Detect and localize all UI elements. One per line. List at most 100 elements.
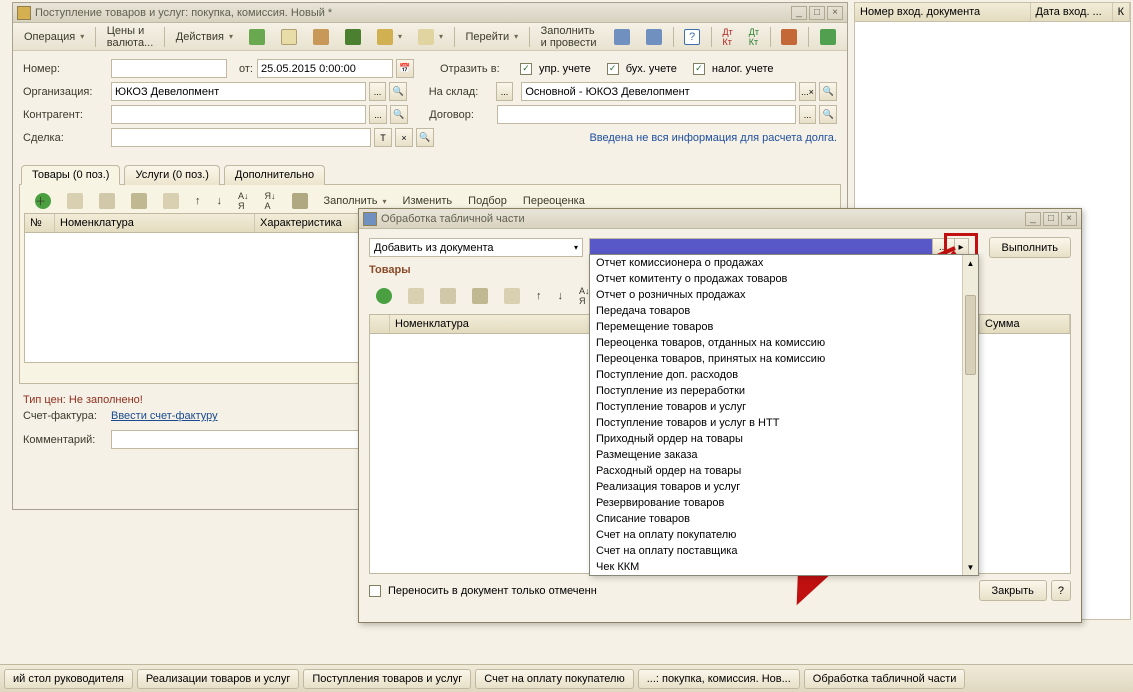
col-num[interactable]: № [25, 214, 55, 232]
task-5[interactable]: ...: покупка, комиссия. Нов... [638, 669, 800, 689]
tab-services[interactable]: Услуги (0 поз.) [124, 165, 219, 185]
dropdown-item[interactable]: Размещение заказа [590, 447, 962, 463]
dlg-col-sum[interactable]: Сумма [980, 315, 1070, 333]
row-up-button[interactable]: ↑ [188, 191, 208, 211]
dtkt-icon-2[interactable]: ДтКт [742, 23, 766, 51]
dlg-icon-3[interactable] [465, 282, 495, 310]
help-button[interactable]: ? [677, 25, 707, 49]
tb-icon-4[interactable] [338, 25, 368, 49]
date-picker-button[interactable]: 📅 [396, 59, 414, 78]
deal-input[interactable] [111, 128, 371, 147]
dlg-down-button[interactable]: ↓ [551, 282, 571, 310]
tb-icon-5[interactable] [370, 25, 409, 49]
number-input[interactable] [111, 59, 227, 78]
dropdown-item[interactable]: Расходный ордер на товары [590, 463, 962, 479]
task-3[interactable]: Поступления товаров и услуг [303, 669, 471, 689]
contract-input[interactable] [497, 105, 795, 124]
scroll-down-button[interactable]: ▼ [963, 559, 978, 575]
dropdown-item[interactable]: Счет на оплату поставщика [590, 543, 962, 559]
wh-select-button[interactable]: ... [496, 82, 514, 101]
dropdown-item[interactable]: Чек ККМ [590, 559, 962, 575]
date-input[interactable]: 25.05.2015 0:00:00 [257, 59, 393, 78]
deal-search-button[interactable]: 🔍 [416, 128, 434, 147]
dlg-close-button[interactable]: × [1061, 212, 1077, 226]
dropdown-item[interactable]: Резервирование товаров [590, 495, 962, 511]
acct-checkbox[interactable]: ✓ [607, 63, 619, 75]
dlg-add-button[interactable] [369, 282, 399, 310]
goto-menu[interactable]: Перейти [459, 27, 526, 47]
tb-icon-6[interactable] [411, 25, 450, 49]
tab-goods[interactable]: Товары (0 поз.) [21, 165, 120, 185]
minimize-button[interactable]: _ [791, 6, 807, 20]
operation-menu[interactable]: Операция [17, 27, 91, 47]
dropdown-item[interactable]: Отчет о розничных продажах [590, 287, 962, 303]
wh-input[interactable]: Основной - ЮКОЗ Девелопмент [521, 82, 795, 101]
tb-icon-2[interactable] [274, 25, 304, 49]
tb-icon-3[interactable] [306, 25, 336, 49]
org-search-button[interactable]: 🔍 [389, 82, 407, 101]
dropdown-item[interactable]: Списание товаров [590, 511, 962, 527]
dropdown-item[interactable]: Счет на оплату покупателю [590, 527, 962, 543]
close-dialog-button[interactable]: Закрыть [979, 580, 1047, 601]
maximize-button[interactable]: □ [809, 6, 825, 20]
deal-clear-button[interactable]: × [395, 128, 413, 147]
dlg-minimize-button[interactable]: _ [1025, 212, 1041, 226]
dropdown-item[interactable]: Приходный ордер на товары [590, 431, 962, 447]
dlg-maximize-button[interactable]: □ [1043, 212, 1059, 226]
add-from-combo[interactable]: Добавить из документа ▾ [369, 238, 583, 257]
sf-link[interactable]: Ввести счет-фактуру [111, 410, 218, 422]
tax-checkbox[interactable]: ✓ [693, 63, 705, 75]
mgmt-checkbox[interactable]: ✓ [520, 63, 532, 75]
dropdown-item[interactable]: Перемещение товаров [590, 319, 962, 335]
dlg-up-button[interactable]: ↑ [529, 282, 549, 310]
sort-desc-button[interactable]: Я↓А [258, 187, 283, 215]
contract-select-button[interactable]: ... [799, 105, 817, 124]
dropdown-item[interactable]: Поступление из переработки [590, 383, 962, 399]
dropdown-scrollbar[interactable]: ▲ ▼ [962, 255, 978, 575]
dlg-help-button[interactable]: ? [1051, 580, 1071, 601]
fill-post-button[interactable]: Заполнить и провести [534, 21, 605, 53]
contragent-search-button[interactable]: 🔍 [390, 105, 408, 124]
row-icon-2[interactable] [92, 189, 122, 213]
col-k[interactable]: К [1113, 3, 1130, 21]
org-input[interactable]: ЮКОЗ Девелопмент [111, 82, 366, 101]
task-2[interactable]: Реализации товаров и услуг [137, 669, 299, 689]
dropdown-item[interactable]: Отчет комиссионера о продажах [590, 255, 962, 271]
dropdown-item[interactable]: Передача товаров [590, 303, 962, 319]
tb-icon-11[interactable] [774, 25, 804, 49]
dropdown-item[interactable]: Реализация товаров и услуг [590, 479, 962, 495]
dlg-col-check[interactable] [370, 315, 390, 333]
tb-icon-1[interactable] [242, 25, 272, 49]
task-1[interactable]: ий стол руководителя [4, 669, 133, 689]
tab-additional[interactable]: Дополнительно [224, 165, 325, 185]
dropdown-item[interactable]: Поступление товаров и услуг в НТТ [590, 415, 962, 431]
close-button[interactable]: × [827, 6, 843, 20]
dropdown-item[interactable]: Переоценка товаров, принятых на комиссию [590, 351, 962, 367]
row-down-button[interactable]: ↓ [210, 191, 230, 211]
col-incoming-date[interactable]: Дата вход. ... [1031, 3, 1113, 21]
task-6[interactable]: Обработка табличной части [804, 669, 966, 689]
row-icon-4[interactable] [156, 189, 186, 213]
tb-icon-8[interactable] [639, 25, 669, 49]
dropdown-item[interactable]: Поступление доп. расходов [590, 367, 962, 383]
scroll-thumb[interactable] [965, 295, 976, 375]
dropdown-item[interactable]: Отчет комитенту о продажах товаров [590, 271, 962, 287]
col-incoming-num[interactable]: Номер вход. документа [855, 3, 1031, 21]
org-select-button[interactable]: ... [369, 82, 387, 101]
actions-menu[interactable]: Действия [169, 27, 240, 47]
add-row-button[interactable]: ＋ [28, 189, 58, 213]
deal-t-button[interactable]: T [374, 128, 392, 147]
wh-search-button[interactable]: 🔍 [819, 82, 837, 101]
sort-asc-button[interactable]: А↓Я [231, 187, 256, 215]
col-nomen[interactable]: Номенклатура [55, 214, 255, 232]
wh-clear-button[interactable]: ...× [799, 82, 817, 101]
dlg-icon-2[interactable] [433, 282, 463, 310]
transfer-checkbox[interactable] [369, 585, 381, 597]
dlg-icon-1[interactable] [401, 282, 431, 310]
dlg-icon-4[interactable] [497, 282, 527, 310]
tb-icon-7[interactable] [607, 25, 637, 49]
prices-button[interactable]: Цены и валюта... [100, 21, 160, 53]
contragent-input[interactable] [111, 105, 366, 124]
row-icon-3[interactable] [124, 189, 154, 213]
task-4[interactable]: Счет на оплату покупателю [475, 669, 633, 689]
